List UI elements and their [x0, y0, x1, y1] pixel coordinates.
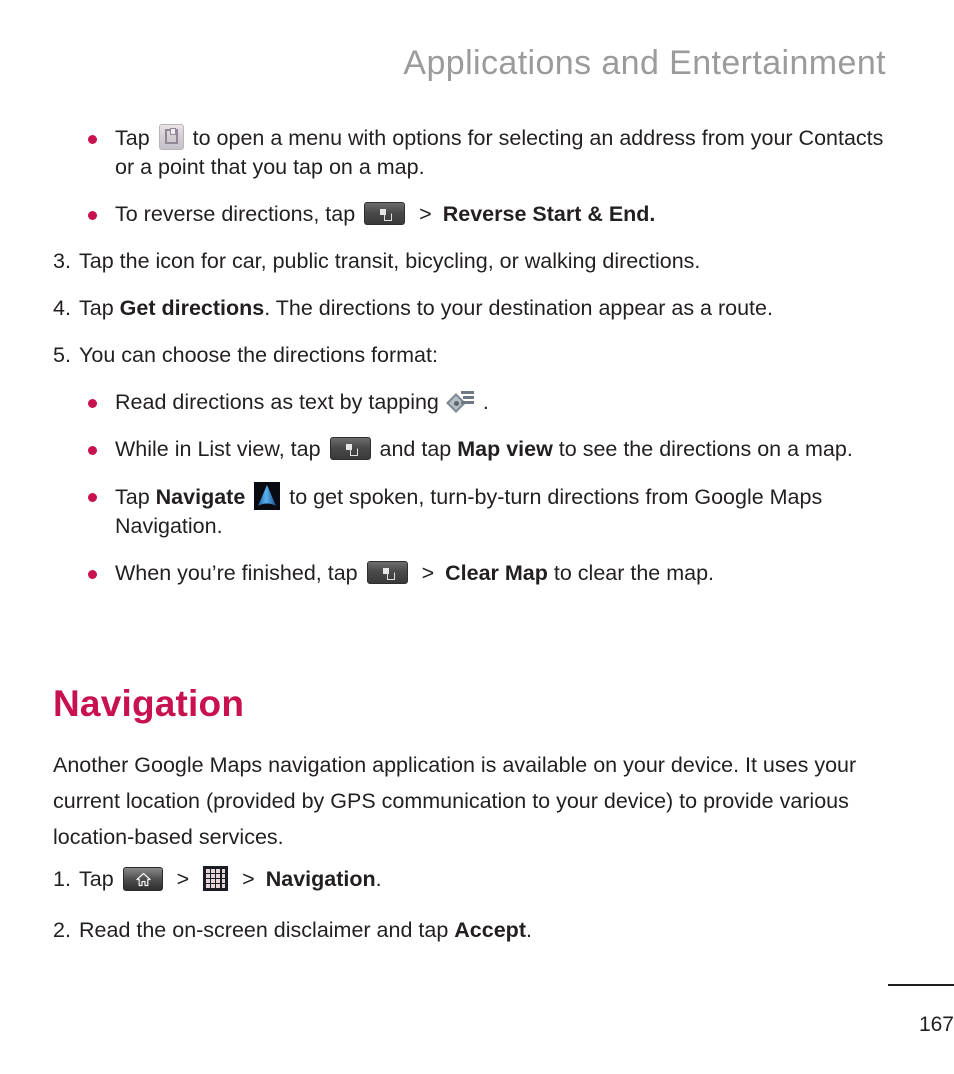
home-icon[interactable]	[122, 867, 163, 891]
step-number: 5.	[53, 343, 71, 367]
list-item-text: While in List view, tap and tap Map view…	[115, 435, 898, 464]
page-number: 167	[918, 1013, 954, 1036]
bullet-bold-text: Map view	[457, 437, 553, 461]
bullet-marker	[88, 482, 115, 502]
separator-chevron: >	[421, 561, 435, 585]
bullet-marker	[88, 435, 115, 455]
content-column: Tap to open a menu with options for sele…	[53, 124, 898, 606]
bullet-text-after: to see the directions on a map.	[558, 437, 853, 461]
bullet-text-before: To reverse directions, tap	[115, 202, 356, 226]
page-title: Applications and Entertainment	[403, 44, 886, 82]
bullet-bold-text: Reverse Start & End.	[442, 202, 656, 226]
step-text-after: .	[375, 867, 382, 891]
step-text: Read the on-screen disclaimer and tap Ac…	[79, 916, 893, 945]
menu-key-icon[interactable]	[364, 202, 406, 225]
bullet-marker	[88, 124, 115, 144]
numbered-step: 2. Read the on-screen disclaimer and tap…	[53, 916, 893, 945]
section-heading: Navigation	[53, 683, 245, 724]
bullet-text-before: Read directions as text by tapping	[115, 390, 439, 414]
bullet-marker	[88, 200, 115, 220]
tail-steps: 1. Tap > > Navigation. 2. Read the on-sc…	[53, 865, 893, 967]
step-number: 4.	[53, 296, 71, 320]
step-text-before: Tap	[79, 296, 114, 320]
bullet-text-before: When you’re finished, tap	[115, 561, 358, 585]
step-text: Tap > > Navigation.	[79, 865, 893, 894]
step-text-before: Tap	[79, 867, 114, 891]
numbered-step: 5. You can choose the directions format:	[53, 341, 898, 370]
list-item-text: Tap to open a menu with options for sele…	[115, 124, 898, 182]
list-item: While in List view, tap and tap Map view…	[88, 435, 898, 464]
bullet-text-after: to open a menu with options for selectin…	[115, 126, 884, 179]
list-item: To reverse directions, tap > Reverse Sta…	[88, 200, 898, 229]
menu-key-icon[interactable]	[329, 437, 371, 460]
numbered-step: 4. Tap Get directions. The directions to…	[53, 294, 898, 323]
separator-chevron: >	[176, 867, 190, 891]
step-text-before: Read the on-screen disclaimer and tap	[79, 918, 449, 942]
bullet-text-mid: and tap	[379, 437, 452, 461]
manual-page: Applications and Entertainment Tap to op…	[0, 0, 954, 1074]
list-item-text: Read directions as text by tapping .	[115, 388, 898, 417]
list-item-text: Tap Navigate to get spoken, turn-by-turn…	[115, 482, 898, 541]
separator-chevron: >	[242, 867, 255, 891]
list-item: Tap Navigate to get spoken, turn-by-turn…	[88, 482, 898, 541]
list-item: Tap to open a menu with options for sele…	[88, 124, 898, 182]
list-item-text: To reverse directions, tap > Reverse Sta…	[115, 200, 898, 229]
separator-chevron: >	[419, 202, 432, 226]
contacts-icon[interactable]	[158, 124, 184, 150]
footer-divider	[888, 984, 954, 986]
bullet-bold-text: Clear Map	[445, 561, 548, 585]
step-number: 2.	[53, 918, 71, 942]
bullet-marker	[88, 559, 115, 579]
numbered-step: 3. Tap the icon for car, public transit,…	[53, 247, 898, 276]
bullet-text-before: Tap	[115, 485, 150, 509]
bullet-text-after: .	[482, 390, 489, 414]
bullet-text-before: Tap	[115, 126, 150, 150]
step-number: 3.	[53, 249, 71, 273]
numbered-step: 1. Tap > > Navigation.	[53, 865, 893, 894]
bullet-text-after: to clear the map.	[553, 561, 715, 585]
step-bold-text: Navigation	[265, 867, 376, 891]
list-item: Read directions as text by tapping .	[88, 388, 898, 417]
step-text: Tap the icon for car, public transit, bi…	[79, 249, 701, 273]
app-grid-icon[interactable]	[203, 866, 229, 891]
step-text: You can choose the directions format:	[79, 343, 438, 367]
list-item: When you’re finished, tap > Clear Map to…	[88, 559, 898, 588]
bullet-text-before: While in List view, tap	[115, 437, 321, 461]
navigate-icon[interactable]	[254, 482, 281, 510]
bullet-marker	[88, 388, 115, 408]
menu-key-icon[interactable]	[366, 561, 408, 584]
step-number: 1.	[53, 867, 71, 891]
step-text: Tap Get directions. The directions to yo…	[79, 294, 898, 323]
bullet-bold-text: Navigate	[155, 485, 246, 509]
step-bold-text: Accept	[454, 918, 526, 942]
directions-list-icon[interactable]	[445, 389, 474, 415]
section-paragraph: Another Google Maps navigation applicati…	[53, 753, 857, 849]
list-item-text: When you’re finished, tap > Clear Map to…	[115, 559, 898, 588]
step-bold-text: Get directions	[119, 296, 265, 320]
step-text-after: .	[525, 918, 532, 942]
step-text-after: . The directions to your destination app…	[264, 296, 773, 320]
